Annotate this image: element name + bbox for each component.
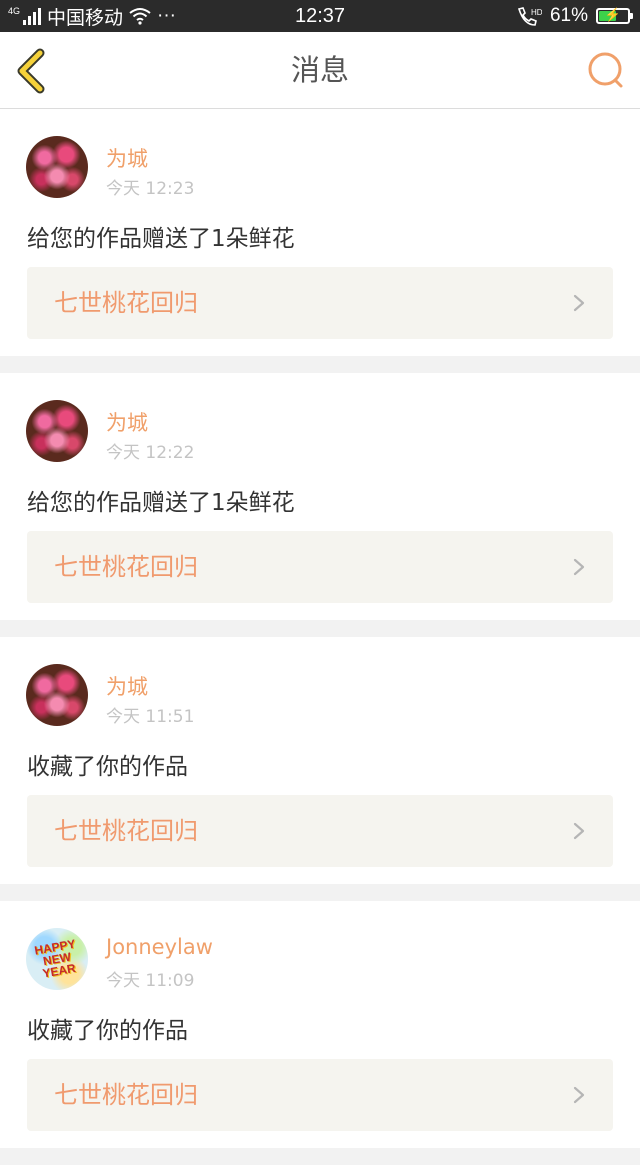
battery-icon: ⚡ bbox=[596, 7, 633, 24]
message-text: 收藏了你的作品 bbox=[27, 1018, 188, 1044]
username[interactable]: 为城 bbox=[106, 407, 148, 437]
username[interactable]: 为城 bbox=[106, 143, 148, 173]
message-card: 为城 今天 11:51 收藏了你的作品 七世桃花回归 bbox=[0, 637, 640, 884]
work-title: 七世桃花回归 bbox=[54, 817, 198, 845]
message-time: 今天 12:23 bbox=[106, 179, 195, 199]
status-bar: 4G 中国移动 ··· 12:37 HD 61% ⚡ bbox=[0, 0, 640, 32]
message-card: 为城 今天 12:22 给您的作品赠送了1朵鲜花 七世桃花回归 bbox=[0, 373, 640, 620]
battery-percent: 61% bbox=[549, 5, 588, 26]
username[interactable]: 为城 bbox=[106, 671, 148, 701]
message-text: 给您的作品赠送了1朵鲜花 bbox=[27, 490, 295, 516]
avatar[interactable] bbox=[26, 400, 88, 462]
message-time: 今天 11:09 bbox=[106, 971, 195, 991]
message-card: 为城 今天 12:23 给您的作品赠送了1朵鲜花 七世桃花回归 bbox=[0, 109, 640, 356]
message-time: 今天 12:22 bbox=[106, 443, 195, 463]
message-list: 为城 今天 12:23 给您的作品赠送了1朵鲜花 七世桃花回归 为城 今天 12… bbox=[0, 109, 640, 1165]
status-right: HD 61% ⚡ bbox=[516, 0, 633, 32]
message-time: 今天 11:51 bbox=[106, 707, 195, 727]
work-link[interactable]: 七世桃花回归 bbox=[27, 795, 613, 867]
chevron-right-icon bbox=[573, 294, 585, 312]
work-link[interactable]: 七世桃花回归 bbox=[27, 267, 613, 339]
message-text: 给您的作品赠送了1朵鲜花 bbox=[27, 226, 295, 252]
message-text: 收藏了你的作品 bbox=[27, 754, 188, 780]
svg-text:HD: HD bbox=[531, 8, 542, 17]
work-link[interactable]: 七世桃花回归 bbox=[27, 1059, 613, 1131]
chevron-right-icon bbox=[573, 558, 585, 576]
search-icon bbox=[588, 52, 623, 88]
avatar-text: HAPPY NEW YEAR bbox=[33, 936, 77, 981]
nav-bar: 消息 bbox=[0, 32, 640, 109]
work-title: 七世桃花回归 bbox=[54, 1081, 198, 1109]
work-title: 七世桃花回归 bbox=[54, 553, 198, 581]
avatar[interactable] bbox=[26, 664, 88, 726]
page-title: 消息 bbox=[290, 53, 349, 87]
hd-call-icon: HD bbox=[517, 7, 542, 26]
chevron-right-icon bbox=[573, 1086, 585, 1104]
message-card: HAPPY NEW YEAR Jonneylaw 今天 11:09 收藏了你的作… bbox=[0, 901, 640, 1148]
search-button[interactable] bbox=[586, 50, 626, 90]
avatar[interactable] bbox=[26, 136, 88, 198]
work-title: 七世桃花回归 bbox=[54, 289, 198, 317]
username[interactable]: Jonneylaw bbox=[106, 935, 213, 959]
avatar[interactable]: HAPPY NEW YEAR bbox=[26, 928, 88, 990]
chevron-right-icon bbox=[573, 822, 585, 840]
work-link[interactable]: 七世桃花回归 bbox=[27, 531, 613, 603]
